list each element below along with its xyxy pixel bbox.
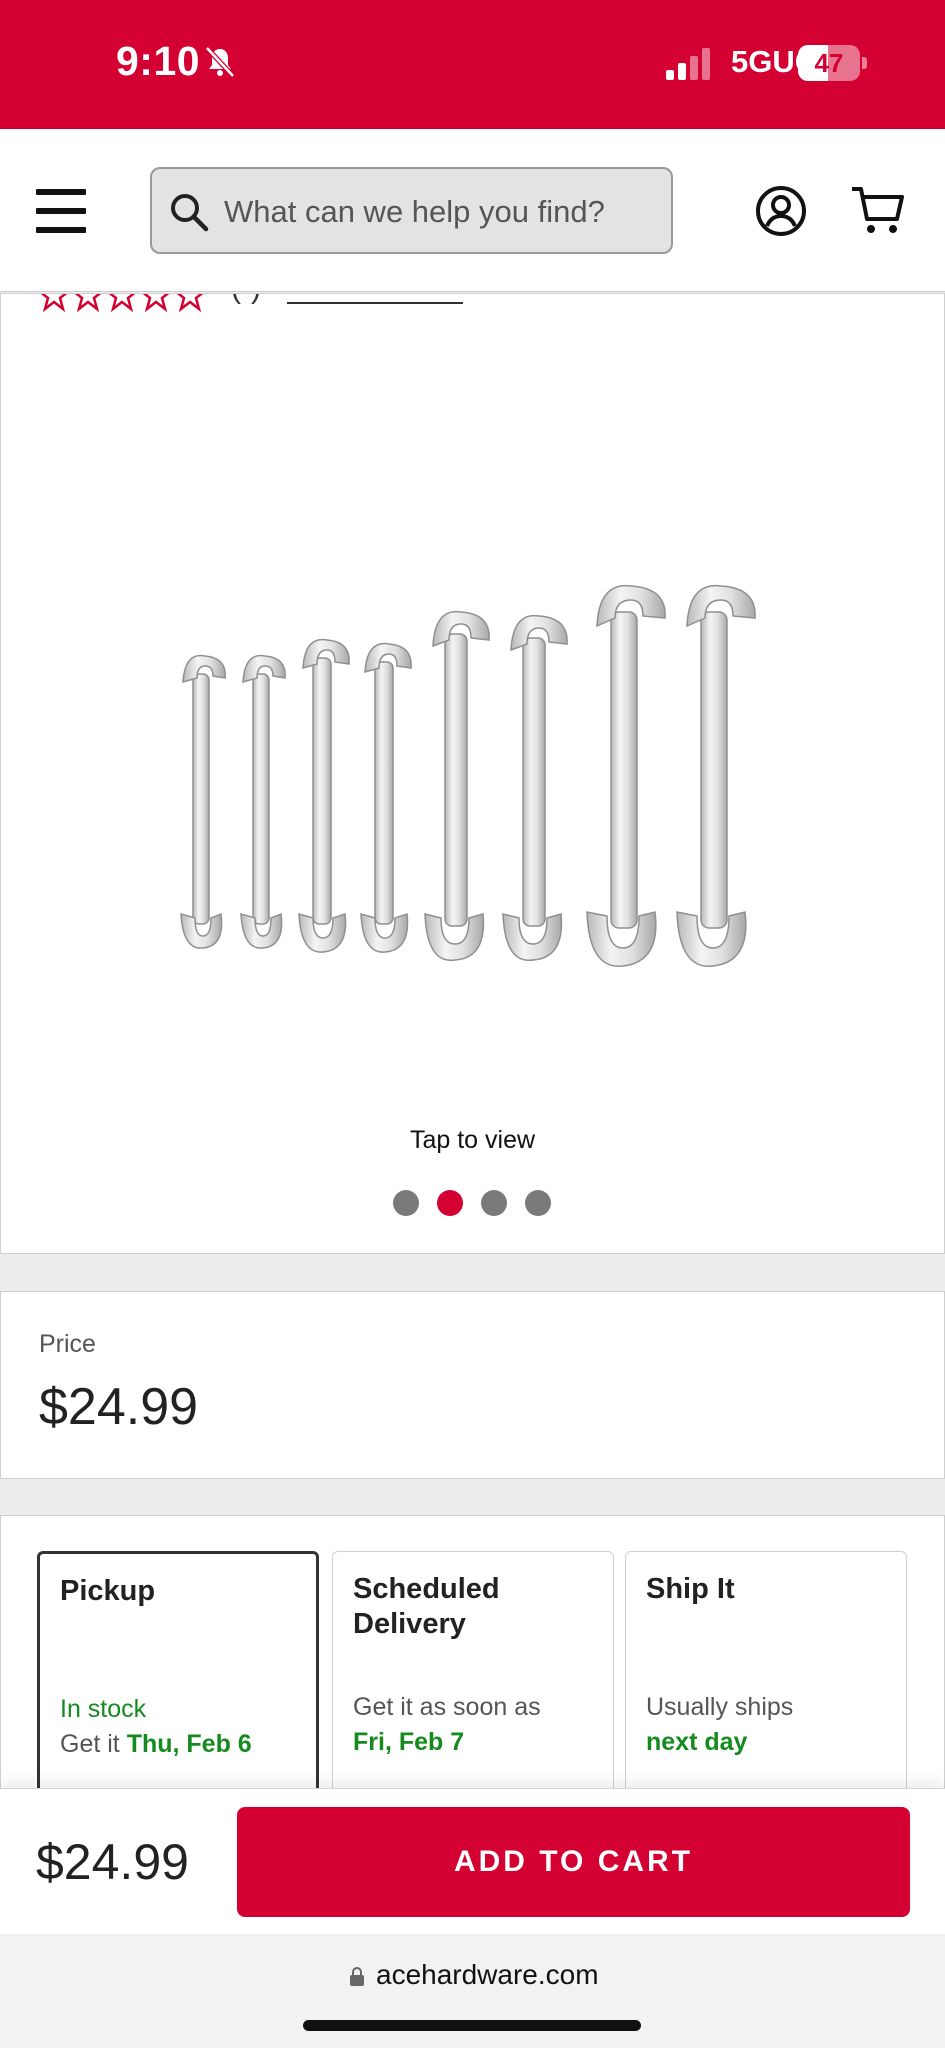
wrench-set	[180, 584, 756, 967]
add-to-cart-button[interactable]: ADD TO CART	[237, 1807, 910, 1917]
ship-timing: next day	[646, 1728, 748, 1756]
search-input[interactable]: What can we help you find?	[150, 167, 673, 254]
home-indicator[interactable]	[303, 2020, 641, 2031]
account-icon[interactable]	[755, 185, 807, 237]
product-gallery[interactable]: (-)	[0, 293, 945, 1254]
option-title: Pickup	[60, 1575, 156, 1607]
pickup-date-line: Get it Thu, Feb 6	[60, 1727, 252, 1761]
carousel-dot-1[interactable]	[393, 1190, 419, 1216]
price-card: Price $24.99	[0, 1291, 945, 1479]
stock-status: In stock	[60, 1695, 147, 1723]
carousel-dot-2[interactable]	[437, 1190, 463, 1216]
tap-to-view-label: Tap to view	[409, 1126, 536, 1154]
status-bar: 9:10 5GUC 47	[0, 0, 945, 129]
price-label: Price	[39, 1330, 96, 1358]
bottom-price: $24.99	[36, 1834, 189, 1890]
fulfillment-options: Pickup In stock Get it Thu, Feb 6 Schedu…	[0, 1515, 945, 1815]
pickup-date: Thu, Feb 6	[126, 1730, 252, 1758]
url-text: acehardware.com	[376, 1959, 599, 1990]
delivery-text: Get it as soon as	[353, 1693, 541, 1721]
option-ship-it[interactable]: Ship It Usually ships next day	[625, 1551, 907, 1811]
lock-icon	[350, 1967, 364, 1986]
site-header: What can we help you find?	[0, 129, 945, 292]
battery-level: 47	[814, 48, 844, 78]
review-count: (-)	[231, 294, 261, 306]
delivery-date: Fri, Feb 7	[353, 1728, 465, 1756]
carousel-dot-4[interactable]	[525, 1190, 551, 1216]
option-pickup[interactable]: Pickup In stock Get it Thu, Feb 6	[37, 1551, 319, 1811]
browser-url-bar[interactable]: acehardware.com	[0, 1934, 945, 2048]
option-scheduled-delivery[interactable]: Scheduled Delivery Get it as soon as Fri…	[332, 1551, 614, 1811]
ship-text: Usually ships	[646, 1693, 794, 1721]
sticky-add-to-cart-bar: $24.99 ADD TO CART	[0, 1788, 945, 1934]
carousel-dot-3[interactable]	[481, 1190, 507, 1216]
price-value: $24.99	[39, 1378, 199, 1436]
cell-signal-icon	[666, 48, 710, 80]
cart-icon[interactable]	[850, 183, 906, 237]
reviews-link[interactable]	[287, 302, 463, 304]
search-icon	[171, 194, 209, 232]
option-title: Scheduled Delivery	[353, 1573, 500, 1640]
rating-stars-icon	[40, 294, 204, 313]
status-time: 9:10	[116, 38, 201, 84]
search-placeholder: What can we help you find?	[224, 194, 605, 229]
bell-muted-icon	[205, 46, 235, 78]
battery-icon: 47	[798, 45, 868, 81]
menu-icon[interactable]	[36, 189, 86, 233]
pickup-date-prefix: Get it	[60, 1730, 127, 1758]
option-title: Ship It	[646, 1573, 735, 1605]
product-image[interactable]	[151, 562, 791, 982]
